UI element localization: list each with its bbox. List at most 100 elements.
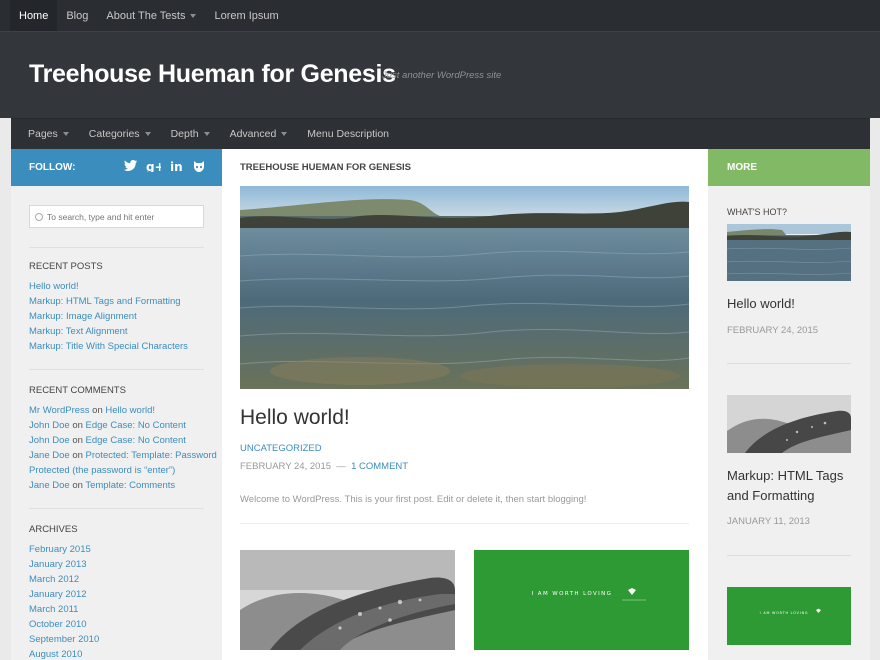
comment-author-link[interactable]: Jane Doe: [29, 480, 70, 491]
top-navigation: Home Blog About The Tests Lorem Ipsum: [0, 0, 880, 31]
comment-item: John Doe on Edge Case: No Content: [29, 418, 219, 433]
divider: [727, 363, 851, 364]
chevron-down-icon: [62, 132, 69, 136]
post-thumbnail[interactable]: I AM WORTH LOVING: [474, 550, 689, 650]
recent-post-link[interactable]: Markup: Image Alignment: [29, 311, 137, 322]
hot-post-title[interactable]: Markup: HTML Tags and Formatting: [727, 466, 857, 506]
comment-post-link[interactable]: Hello world!: [105, 405, 155, 416]
archive-link[interactable]: October 2010: [29, 619, 87, 630]
recent-posts-widget: RECENT POSTS Hello world! Markup: HTML T…: [29, 261, 219, 354]
hot-post-thumbnail[interactable]: I AM WORTH LOVING: [727, 587, 851, 645]
follow-bar: FOLLOW: g+ in: [11, 149, 222, 186]
comment-author-link[interactable]: John Doe: [29, 435, 70, 446]
left-sidebar: FOLLOW: g+ in RECENT POSTS Hello world! …: [11, 149, 222, 660]
topnav-item-home[interactable]: Home: [10, 0, 58, 31]
subnav-item-advanced[interactable]: Advanced: [220, 128, 298, 140]
archive-link[interactable]: February 2015: [29, 544, 91, 555]
subnav-item-menu-description[interactable]: Menu Description: [297, 128, 399, 140]
chevron-down-icon: [281, 132, 288, 136]
on-word: on: [72, 435, 83, 446]
subnav-label: Categories: [88, 128, 140, 140]
featured-image[interactable]: [240, 186, 689, 389]
main-heading: TREEHOUSE HUEMAN FOR GENESIS: [240, 162, 412, 173]
comment-item: Mr WordPress on Hello world!: [29, 403, 219, 418]
topnav-item-blog[interactable]: Blog: [57, 0, 97, 31]
archive-link[interactable]: March 2011: [29, 604, 78, 615]
on-word: on: [92, 405, 103, 416]
hot-post-date: JANUARY 11, 2013: [727, 516, 810, 527]
subnav-label: Pages: [28, 128, 58, 140]
comment-item: Jane Doe on Protected: Template: Passwor…: [29, 448, 219, 478]
search-field[interactable]: [29, 205, 204, 228]
search-input[interactable]: [47, 211, 197, 222]
subnav-item-pages[interactable]: Pages: [18, 128, 79, 140]
linkedin-icon[interactable]: in: [169, 160, 183, 176]
recent-comments-widget: RECENT COMMENTS Mr WordPress on Hello wo…: [29, 385, 219, 493]
topnav-label: Home: [19, 9, 49, 22]
archive-link[interactable]: March 2012: [29, 574, 79, 585]
on-word: on: [72, 450, 83, 461]
post-excerpt: Welcome to WordPress. This is your first…: [240, 494, 587, 505]
on-word: on: [72, 480, 83, 491]
site-title[interactable]: Treehouse Hueman for Genesis: [29, 60, 396, 89]
topnav-label: Lorem Ipsum: [214, 9, 279, 22]
post-thumbnail[interactable]: [240, 550, 455, 650]
divider: [29, 369, 204, 370]
comment-post-link[interactable]: Edge Case: No Content: [86, 420, 186, 431]
comment-author-link[interactable]: John Doe: [29, 420, 70, 431]
hot-post-title[interactable]: Hello world!: [727, 294, 857, 314]
widget-title: RECENT COMMENTS: [29, 385, 126, 396]
divider: [29, 247, 204, 248]
recent-post-link[interactable]: Markup: Text Alignment: [29, 326, 128, 337]
comment-post-link[interactable]: Edge Case: No Content: [86, 435, 186, 446]
topnav-label: About The Tests: [106, 9, 186, 22]
google-plus-icon[interactable]: g+: [146, 160, 165, 176]
more-bar: MORE: [708, 149, 870, 186]
archive-link[interactable]: August 2010: [29, 649, 82, 660]
thumbnail-caption: I AM WORTH LOVING: [760, 611, 809, 615]
comment-item: Jane Doe on Template: Comments: [29, 478, 219, 493]
post-category-link[interactable]: UNCATEGORIZED: [240, 443, 322, 454]
comment-author-link[interactable]: Mr WordPress: [29, 405, 90, 416]
github-icon[interactable]: [192, 160, 206, 176]
whats-hot-title: WHAT'S HOT?: [727, 207, 788, 217]
svg-text:g+: g+: [146, 160, 161, 172]
subnav-item-depth[interactable]: Depth: [161, 128, 220, 140]
archives-widget: ARCHIVES February 2015 January 2013 Marc…: [29, 524, 219, 660]
chevron-down-icon: [190, 13, 197, 18]
subnav-item-categories[interactable]: Categories: [79, 128, 161, 140]
topnav-item-about-the-tests[interactable]: About The Tests: [97, 0, 205, 31]
recent-post-link[interactable]: Markup: Title With Special Characters: [29, 341, 188, 352]
twitter-icon[interactable]: [123, 159, 137, 176]
subnav-label: Depth: [170, 128, 199, 140]
hot-post-thumbnail[interactable]: [727, 224, 851, 281]
comment-post-link[interactable]: Template: Comments: [85, 480, 175, 491]
comment-author-link[interactable]: Jane Doe: [29, 450, 70, 461]
hot-post-date: FEBRUARY 24, 2015: [727, 325, 819, 336]
widget-title: RECENT POSTS: [29, 261, 103, 272]
search-icon: [35, 212, 43, 221]
divider: [29, 508, 204, 509]
subnav-label: Advanced: [229, 128, 277, 140]
post-meta: FEBRUARY 24, 2015 — 1 COMMENT: [240, 461, 408, 472]
recent-post-link[interactable]: Hello world!: [29, 281, 79, 292]
post-date: FEBRUARY 24, 2015: [240, 461, 332, 472]
recent-post-link[interactable]: Markup: HTML Tags and Formatting: [29, 296, 181, 307]
hot-post-thumbnail[interactable]: [727, 395, 851, 453]
meta-separator: —: [336, 461, 346, 472]
topnav-item-lorem-ipsum[interactable]: Lorem Ipsum: [205, 0, 287, 31]
thumbnail-caption: I AM WORTH LOVING: [532, 591, 613, 597]
topnav-label: Blog: [66, 9, 89, 22]
main-content: TREEHOUSE HUEMAN FOR GENESIS Hello world…: [222, 149, 708, 660]
svg-text:in: in: [170, 160, 183, 172]
social-links: g+ in: [123, 159, 206, 176]
post-title[interactable]: Hello world!: [240, 406, 350, 430]
site-header: Treehouse Hueman for Genesis Just anothe…: [0, 31, 880, 118]
archive-link[interactable]: January 2013: [29, 559, 87, 570]
archive-link[interactable]: January 2012: [29, 589, 87, 600]
chevron-down-icon: [203, 132, 210, 136]
archive-link[interactable]: September 2010: [29, 634, 99, 645]
post-comments-link[interactable]: 1 COMMENT: [351, 461, 408, 472]
on-word: on: [72, 420, 83, 431]
chevron-down-icon: [144, 132, 151, 136]
